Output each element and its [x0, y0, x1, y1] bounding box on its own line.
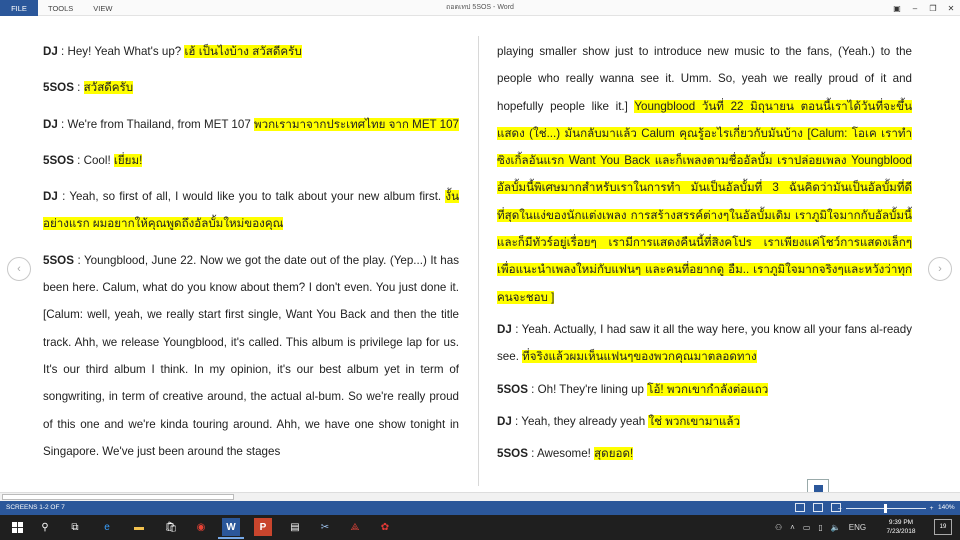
taskbar-clock[interactable]: 9:39 PM 7/23/2018 [880, 518, 922, 536]
english-text: : Awesome! [527, 447, 595, 461]
transcript-paragraph[interactable]: 5SOS : Youngblood, June 22. Now we got t… [43, 247, 459, 465]
transcript-paragraph[interactable]: 5SOS : Awesome! สุดยอด! [497, 440, 912, 467]
thai-translation-highlight: สุดยอด! [594, 447, 634, 461]
network-icon[interactable]: ▭ [803, 523, 811, 532]
speaker-label: 5SOS [43, 253, 74, 267]
windows-start-icon[interactable] [8, 518, 26, 536]
english-text: : Yeah, they already yeah [511, 414, 649, 428]
volume-icon[interactable]: 🔈 [831, 523, 841, 532]
chrome-icon[interactable]: ◉ [192, 518, 210, 536]
windows-taskbar: ⚲ ⧉ e ▬ 🛍 ◉ W P ▤ ✂ ⟁ ✿ ⚇ ˄ ▭ ▯ 🔈 ENG 9:… [0, 515, 960, 540]
english-text: : Youngblood, June 22. Now we got the da… [43, 253, 459, 458]
print-layout-icon[interactable] [813, 503, 823, 512]
zoom-level[interactable]: 140% [938, 501, 955, 515]
acrobat-icon[interactable]: ⟁ [346, 518, 364, 536]
zoom-knob[interactable] [883, 503, 887, 513]
ribbon-menu: FILE TOOLS VIEW [0, 0, 122, 16]
transcript-paragraph[interactable]: DJ : We're from Thailand, from MET 107 พ… [43, 111, 459, 138]
input-language[interactable]: ENG [849, 523, 866, 532]
speaker-label: DJ [43, 190, 58, 204]
read-mode-icon[interactable] [795, 503, 805, 512]
edge-icon[interactable]: e [98, 518, 116, 536]
window-controls: ▣ – ❐ ✕ [888, 0, 960, 16]
search-icon[interactable]: ⚲ [36, 518, 54, 536]
transcript-paragraph[interactable]: 5SOS : Oh! They're lining up โอ้! พวกเขา… [497, 376, 912, 403]
task-view-icon[interactable]: ⧉ [66, 518, 84, 536]
thai-translation-highlight: ใช่ พวกเขามาแล้ว [648, 414, 741, 428]
people-icon[interactable]: ⚇ [775, 523, 782, 532]
english-text: : Yeah, so first of all, I would like yo… [57, 190, 446, 204]
zoom-slider[interactable]: – + [838, 501, 933, 515]
horizontal-scrollbar[interactable] [0, 492, 960, 501]
speaker-label: 5SOS [497, 447, 528, 461]
english-text: : Oh! They're lining up [527, 382, 648, 396]
word-icon[interactable]: W [218, 518, 244, 539]
thai-translation-highlight: ที่จริงแล้วผมเห็นแฟนๆของพวกคุณมาตลอดทาง [522, 350, 757, 364]
system-tray: ⚇ ˄ ▭ ▯ 🔈 ENG [775, 515, 866, 540]
restore-icon[interactable]: ❐ [924, 0, 942, 16]
speaker-label: 5SOS [497, 382, 528, 396]
english-text: : [73, 81, 84, 95]
close-icon[interactable]: ✕ [942, 0, 960, 16]
powerpoint-icon[interactable]: P [254, 518, 272, 536]
transcript-paragraph[interactable]: 5SOS : Cool! เยี่ยม! [43, 147, 459, 174]
zoom-out-icon[interactable]: – [838, 505, 842, 512]
snipping-tool-icon[interactable]: ✂ [316, 518, 334, 536]
show-hidden-icons[interactable]: ˄ [790, 523, 795, 532]
speaker-label: DJ [497, 414, 512, 428]
english-text: : Hey! Yeah What's up? [57, 45, 185, 58]
zoom-track[interactable] [845, 503, 926, 513]
english-text: : We're from Thailand, from MET 107 [57, 117, 254, 131]
english-text: : Cool! [73, 153, 114, 167]
app-icon[interactable]: ✿ [376, 518, 394, 536]
file-explorer-icon[interactable]: ▬ [130, 518, 148, 536]
battery-icon[interactable]: ▯ [818, 523, 822, 532]
thai-translation-highlight: Youngblood วันที่ 22 มิถุนายน ตอนนี้เราไ… [497, 99, 912, 304]
window-title: ถอดเทป 5SOS - Word [446, 4, 514, 11]
clock-date: 7/23/2018 [886, 528, 916, 535]
transcript-paragraph[interactable]: playing smaller show just to introduce n… [497, 38, 912, 311]
previous-page-icon[interactable]: ‹ [7, 257, 31, 281]
speaker-label: DJ [497, 322, 512, 336]
document-area[interactable]: DJ : Hey! Yeah What's up? เฮ้ เป็นไงบ้าง… [0, 16, 960, 503]
right-column: playing smaller show just to introduce n… [497, 38, 912, 472]
minimize-icon[interactable]: – [906, 0, 924, 16]
speaker-label: 5SOS [43, 153, 74, 167]
menu-tools[interactable]: TOOLS [38, 0, 83, 16]
scrollbar-thumb[interactable] [2, 494, 234, 500]
thai-translation-highlight: สวัสดีครับ [83, 81, 134, 95]
ribbon-options-icon[interactable]: ▣ [888, 0, 906, 16]
speaker-label: DJ [43, 45, 58, 58]
transcript-paragraph[interactable]: DJ : Hey! Yeah What's up? เฮ้ เป็นไงบ้าง… [43, 38, 459, 65]
thai-translation-highlight: โอ้! พวกเขากำลังต่อแถว [647, 382, 769, 396]
transcript-paragraph[interactable]: DJ : Yeah, they already yeah ใช่ พวกเขาม… [497, 408, 912, 435]
clock-time: 9:39 PM [888, 519, 914, 526]
action-center-icon[interactable]: 19 [934, 519, 952, 535]
speaker-label: 5SOS [43, 81, 74, 95]
view-buttons [795, 503, 841, 512]
title-bar: FILE TOOLS VIEW ถอดเทป 5SOS - Word ▣ – ❐… [0, 0, 960, 16]
store-icon[interactable]: 🛍 [162, 518, 180, 536]
column-divider [478, 36, 479, 486]
thai-translation-highlight: เฮ้ เป็นไงบ้าง สวัสดีครับ [184, 45, 302, 58]
menu-file[interactable]: FILE [0, 0, 38, 16]
speaker-label: DJ [43, 117, 58, 131]
screens-indicator[interactable]: SCREENS 1-2 OF 7 [6, 501, 65, 515]
thai-translation-highlight: พวกเรามาจากประเทศไทย จาก MET 107 [254, 117, 459, 131]
menu-view[interactable]: VIEW [83, 0, 122, 16]
status-bar: SCREENS 1-2 OF 7 – + 140% [0, 501, 960, 515]
sticky-notes-icon[interactable]: ▤ [286, 518, 304, 536]
zoom-in-icon[interactable]: + [930, 505, 934, 512]
thai-translation-highlight: เยี่ยม! [113, 153, 143, 167]
transcript-paragraph[interactable]: DJ : Yeah, so first of all, I would like… [43, 183, 459, 238]
transcript-paragraph[interactable]: 5SOS : สวัสดีครับ [43, 74, 459, 101]
transcript-paragraph[interactable]: DJ : Yeah. Actually, I had saw it all th… [497, 316, 912, 371]
left-column: DJ : Hey! Yeah What's up? เฮ้ เป็นไงบ้าง… [43, 38, 459, 474]
next-page-icon[interactable]: › [928, 257, 952, 281]
notification-count: 19 [939, 524, 947, 530]
